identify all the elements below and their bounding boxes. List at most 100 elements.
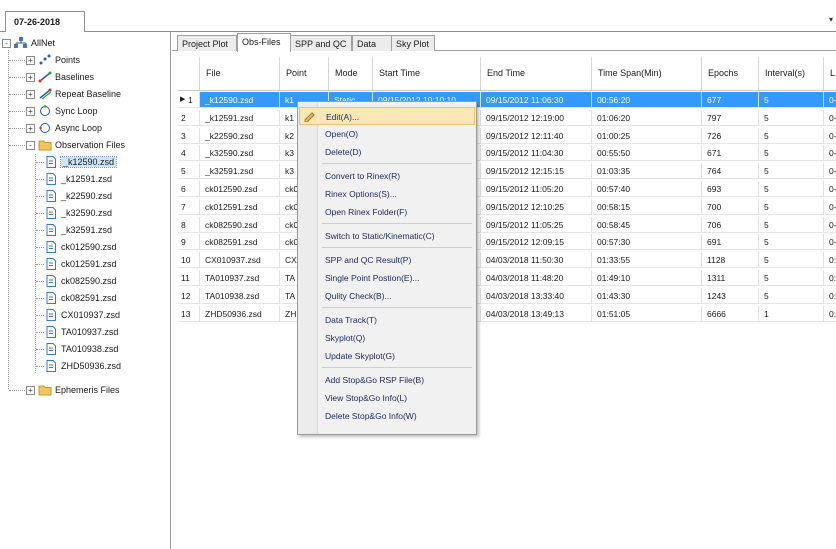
tree-node-label: Async Loop	[55, 123, 103, 133]
column-header-start-time[interactable]: Start Time	[373, 57, 481, 91]
table-row[interactable]: 8 ck082590.zsd ck0 09/15/2012 11:05:25 00:58…	[178, 216, 836, 233]
column-header-mode[interactable]: Mode	[329, 57, 373, 91]
cell-span: 00:57:30	[592, 234, 702, 251]
tree-node-async-loop[interactable]: + Async Loop	[26, 120, 102, 136]
menu-item-edit[interactable]: Edit(A)...	[299, 107, 475, 125]
menu-item-single-point-postion[interactable]: Single Point Postion(E)...	[299, 269, 475, 287]
tree-file-item[interactable]: ZHD50936.zsd	[44, 358, 121, 374]
table-row[interactable]: 2 _k12591.zsd k1 09/15/2012 12:19:00 01:06:2…	[178, 109, 836, 126]
tree-guide-line	[9, 111, 25, 112]
tree-file-item[interactable]: _k22590.zsd	[44, 188, 112, 204]
cell-file: ZHD50936.zsd	[200, 305, 280, 322]
menu-item-rinex-options[interactable]: Rinex Options(S)...	[299, 185, 475, 203]
tree-file-item[interactable]: _k12591.zsd	[44, 171, 112, 187]
menu-item-open-rinex-folder[interactable]: Open Rinex Folder(F)	[299, 203, 475, 221]
tab-spp-and-qc[interactable]: SPP and QC	[290, 35, 352, 51]
collapse-icon[interactable]: -	[2, 38, 11, 48]
expand-icon[interactable]: +	[26, 385, 35, 395]
tab-obs-files[interactable]: Obs-Files	[237, 33, 291, 52]
menu-item-switch-to-static-kinematic[interactable]: Switch to Static/Kinematic(C)	[299, 227, 475, 245]
tree-file-item[interactable]: _k32591.zsd	[44, 222, 112, 238]
tree-node-label: Points	[55, 55, 81, 65]
menu-item-update-skyplot[interactable]: Update Skyplot(G)	[299, 347, 475, 365]
column-header-end-time[interactable]: End Time	[481, 57, 592, 91]
cell-epochs: 691	[702, 234, 759, 251]
column-header-interval-s[interactable]: Interval(s)	[759, 57, 824, 91]
date-tab[interactable]: 07-26-2018	[5, 11, 85, 32]
tree-file-item[interactable]: _k12590.zsd	[44, 154, 118, 170]
menu-item-convert-to-rinex[interactable]: Convert to Rinex(R)	[299, 167, 475, 185]
cell-end: 09/15/2012 11:06:30	[481, 92, 592, 108]
tree-node-allnet[interactable]: - AllNet	[2, 35, 55, 51]
expand-icon[interactable]: +	[26, 89, 35, 99]
menu-item-delete-stop-go-info[interactable]: Delete Stop&Go Info(W)	[299, 407, 475, 425]
column-header-file[interactable]: File	[200, 57, 280, 91]
table-row[interactable]: 7 ck012591.zsd ck0 09/15/2012 12:10:25 00:58…	[178, 198, 836, 215]
column-header-point[interactable]: Point	[280, 57, 329, 91]
tab-sky-plot[interactable]: Sky Plot	[391, 35, 435, 51]
tab-data[interactable]: Data	[352, 35, 392, 51]
column-header-epochs[interactable]: Epochs	[702, 57, 759, 91]
table-row[interactable]: 9 ck082591.zsd ck0 09/15/2012 12:09:15 00:57…	[178, 234, 836, 251]
file-icon	[44, 241, 58, 253]
tree-node-sync-loop[interactable]: + Sync Loop	[26, 103, 98, 119]
tree-node-repeat-baseline[interactable]: + Repeat Baseline	[26, 86, 121, 102]
tree-node-label: ck082591.zsd	[61, 293, 117, 303]
menu-item-add-stop-go-rsp-file[interactable]: Add Stop&Go RSP File(B)	[299, 371, 475, 389]
table-row[interactable]: 13 ZHD50936.zsd ZH 04/03/2018 13:49:13 01:51…	[178, 305, 836, 322]
tree-node-observation-files[interactable]: - Observation Files	[26, 137, 125, 153]
table-row[interactable]: 1 _k12590.zsd k1 Static 09/15/2012 10:10:10 0…	[178, 92, 836, 108]
cell-l: 0:	[824, 252, 836, 269]
tree-node-label: _k32590.zsd	[61, 208, 113, 218]
cell-end: 09/15/2012 12:15:15	[481, 163, 592, 180]
menu-item-spp-and-qc-result[interactable]: SPP and QC Result(P)	[299, 251, 475, 269]
column-header-time-span-min[interactable]: Time Span(Min)	[592, 57, 702, 91]
tab-project-plot[interactable]: Project Plot	[177, 35, 237, 51]
tab-list-arrow-icon[interactable]: ▾	[829, 15, 833, 24]
menu-item-open[interactable]: Open(O)	[299, 125, 475, 143]
cell-file: _k12590.zsd	[200, 92, 280, 108]
tree-file-item[interactable]: _k32590.zsd	[44, 205, 112, 221]
tree-node-ephemeris-files[interactable]: + Ephemeris Files	[26, 382, 120, 398]
expand-icon[interactable]: +	[26, 55, 35, 65]
tree-file-item[interactable]: ck082591.zsd	[44, 290, 117, 306]
menu-item-data-track[interactable]: Data Track(T)	[299, 311, 475, 329]
tree-file-item[interactable]: ck012590.zsd	[44, 239, 117, 255]
expand-icon[interactable]: +	[26, 72, 35, 82]
tree-node-points[interactable]: + Points	[26, 52, 80, 68]
tree-file-item[interactable]: ck012591.zsd	[44, 256, 117, 272]
menu-item-view-stop-go-info[interactable]: View Stop&Go Info(L)	[299, 389, 475, 407]
cell-file: ck012590.zsd	[200, 181, 280, 197]
tree-file-item[interactable]: ck082590.zsd	[44, 273, 117, 289]
cell-l: 0-	[824, 145, 836, 162]
project-tree[interactable]: - AllNet + Points + Baselines + Repeat Baseline…	[0, 32, 171, 549]
cell-interval: 5	[759, 234, 824, 251]
tree-file-item[interactable]: TA010937.zsd	[44, 324, 118, 340]
cell-interval: 5	[759, 287, 824, 304]
tree-node-label: ck012591.zsd	[61, 259, 117, 269]
table-row[interactable]: 12 TA010938.zsd TA 04/03/2018 13:33:40 01:43…	[178, 287, 836, 304]
column-header-l[interactable]: L	[824, 57, 836, 91]
collapse-icon[interactable]: -	[26, 140, 35, 150]
table-row[interactable]: 10 CX010937.zsd CX 04/03/2018 11:50:30 01:33…	[178, 252, 836, 269]
menu-item-qulity-check[interactable]: Qulity Check(B)...	[299, 287, 475, 305]
menu-separator	[322, 163, 472, 164]
table-row[interactable]: 5 _k32591.zsd k3 09/15/2012 12:15:15 01:03:3…	[178, 163, 836, 180]
cell-l: 0-	[824, 181, 836, 197]
table-row[interactable]: 11 TA010937.zsd TA 04/03/2018 11:48:20 01:49…	[178, 270, 836, 286]
table-row[interactable]: 4 _k32590.zsd k3 09/15/2012 11:04:30 00:55:5…	[178, 145, 836, 162]
tree-file-item[interactable]: TA010938.zsd	[44, 341, 118, 357]
cell-epochs: 1128	[702, 252, 759, 269]
cell-span: 01:51:05	[592, 305, 702, 322]
row-number: 7	[178, 198, 200, 215]
menu-item-delete[interactable]: Delete(D)	[299, 143, 475, 161]
cell-end: 09/15/2012 12:10:25	[481, 198, 592, 215]
tree-node-baselines[interactable]: + Baselines	[26, 69, 94, 85]
table-row[interactable]: 6 ck012590.zsd ck0 09/15/2012 11:05:20 00:57…	[178, 181, 836, 197]
expand-icon[interactable]: +	[26, 123, 35, 133]
tree-file-item[interactable]: CX010937.zsd	[44, 307, 120, 323]
expand-icon[interactable]: +	[26, 106, 35, 116]
menu-item-skyplot[interactable]: Skyplot(Q)	[299, 329, 475, 347]
table-row[interactable]: 3 _k22590.zsd k2 09/15/2012 12:11:40 01:00:2…	[178, 127, 836, 144]
tree-node-label: _k12591.zsd	[61, 174, 113, 184]
